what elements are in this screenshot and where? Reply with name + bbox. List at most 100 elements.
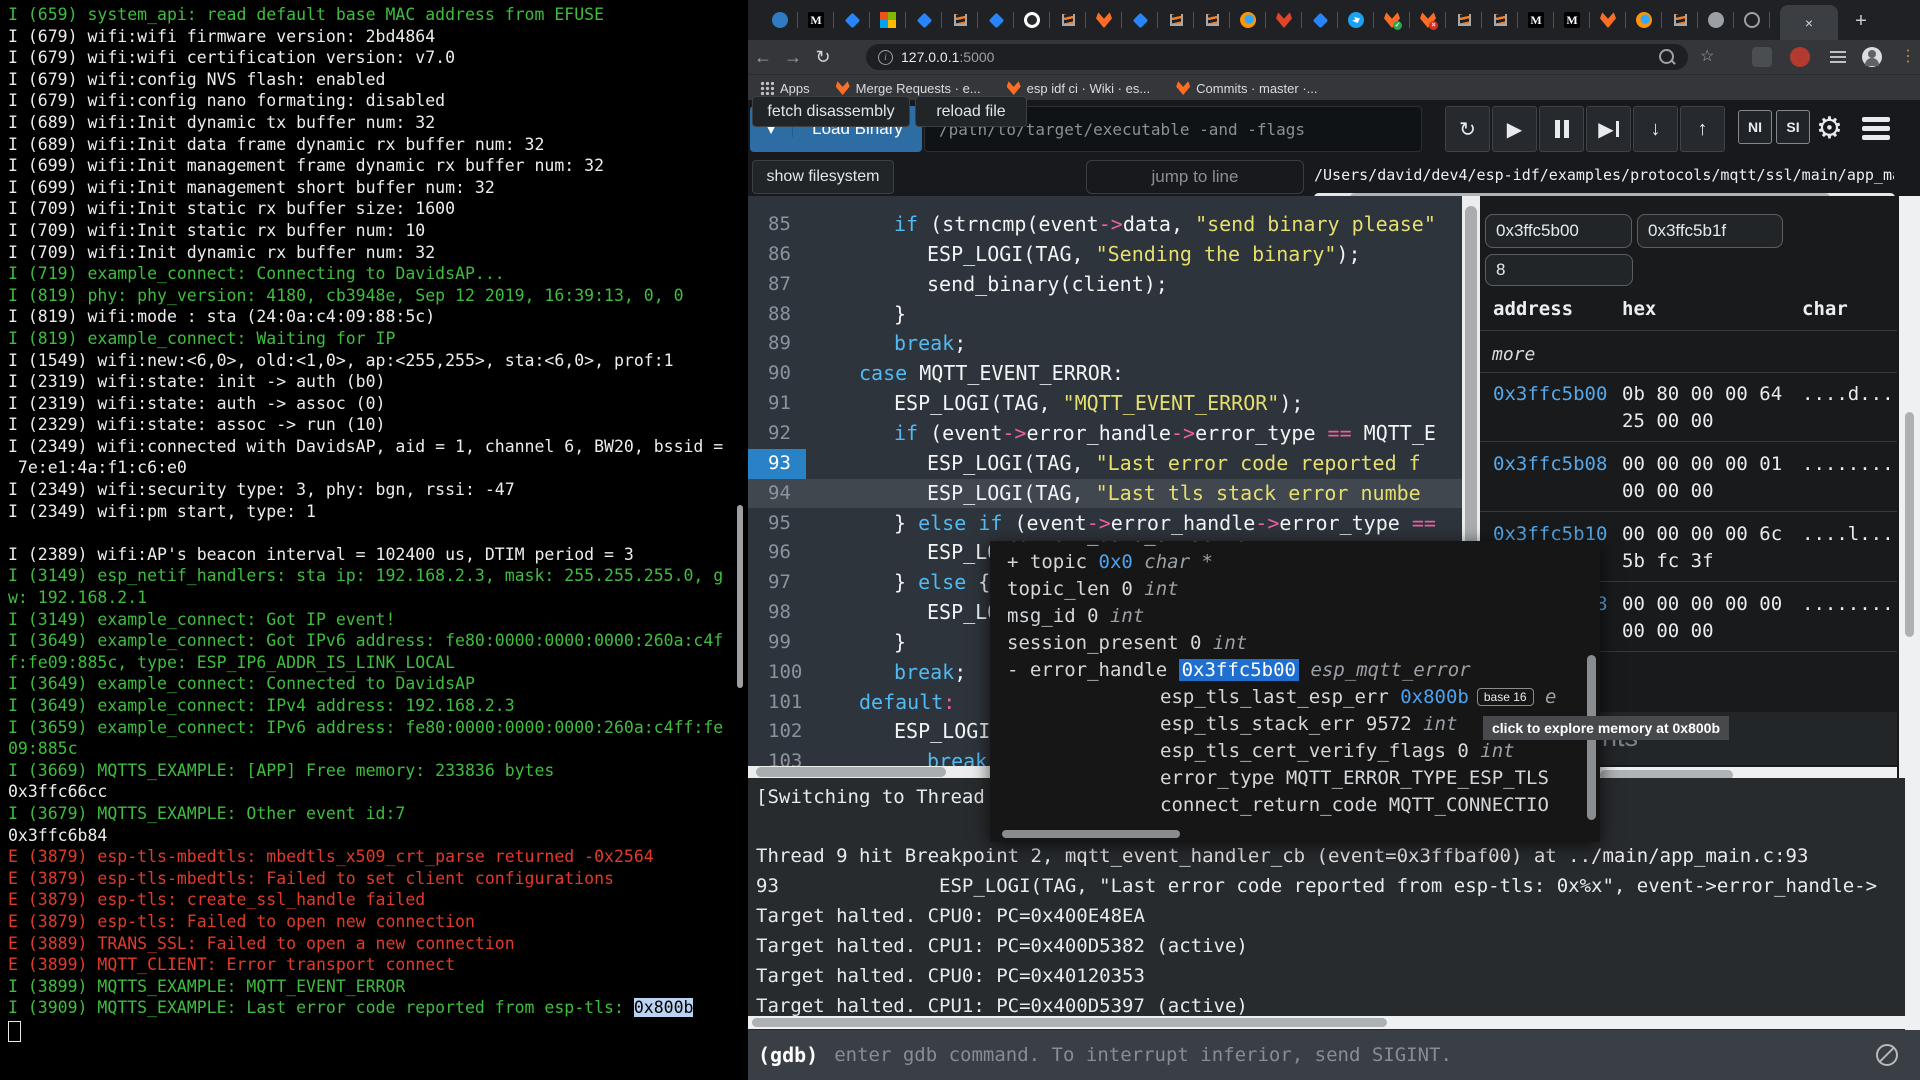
pinned-tab-service-blue[interactable] — [762, 9, 798, 31]
console-vertical-scrollbar[interactable] — [1905, 778, 1920, 1030]
jump-to-line-input[interactable] — [1086, 160, 1304, 194]
console-horizontal-scrollbar[interactable] — [748, 1016, 1905, 1029]
pinned-tab-gitlab-red[interactable] — [1266, 9, 1302, 31]
pinned-tab-twitter[interactable] — [1338, 9, 1374, 31]
code-gutter-89[interactable]: 89 — [748, 329, 806, 359]
pinned-tab-jira-diamond[interactable] — [1302, 9, 1338, 31]
pinned-tab-stackoverflow[interactable] — [1158, 9, 1194, 31]
code-gutter-98[interactable]: 98 — [748, 598, 806, 628]
code-gutter-94[interactable]: 94 — [748, 479, 806, 509]
code-gutter-91[interactable]: 91 — [748, 389, 806, 419]
sidebar-vertical-scrollbar[interactable] — [1899, 196, 1920, 778]
pinned-tab-stackoverflow[interactable] — [1482, 9, 1518, 31]
code-gutter-85[interactable]: 85 — [748, 210, 806, 240]
fetch-disassembly-button[interactable]: fetch disassembly — [752, 96, 910, 127]
memory-address-link[interactable]: 0x3ffc5b00 — [1493, 383, 1607, 405]
forward-icon[interactable]: → — [778, 47, 808, 68]
memory-end-address-input[interactable] — [1637, 214, 1783, 248]
pinned-tab-jira-diamond[interactable] — [834, 9, 870, 31]
pinned-tab-medium-m[interactable] — [1518, 9, 1554, 31]
code-gutter-87[interactable]: 87 — [748, 270, 806, 300]
reading-list-icon[interactable] — [1828, 47, 1848, 67]
next-step-over-icon[interactable]: ▶ — [1586, 106, 1631, 152]
serial-monitor-terminal[interactable]: I (659) system_api: read default base MA… — [0, 0, 748, 1080]
active-tab[interactable]: × — [1780, 5, 1838, 40]
interrupt-disabled-icon[interactable] — [1876, 1044, 1898, 1066]
memory-bytes-per-row-input[interactable] — [1485, 254, 1633, 286]
scroll-thumb[interactable] — [1600, 770, 1733, 778]
pinned-tab-gitlab[interactable] — [1086, 9, 1122, 31]
code-gutter-100[interactable]: 100 — [748, 658, 806, 688]
pinned-tab-stackoverflow[interactable] — [1194, 9, 1230, 31]
base-16-chip[interactable]: base 16 — [1477, 688, 1534, 706]
pinned-tab-stackoverflow[interactable] — [1050, 9, 1086, 31]
new-tab-button[interactable]: + — [1848, 8, 1874, 34]
pinned-tab-stackoverflow[interactable] — [942, 9, 978, 31]
pinned-tab-firefox[interactable] — [1626, 9, 1662, 31]
profile-avatar[interactable] — [1862, 47, 1882, 67]
pause-icon[interactable] — [1539, 106, 1584, 152]
extension-icon[interactable] — [1752, 47, 1772, 67]
bookmark-item[interactable]: Merge Requests · e... — [836, 81, 981, 96]
pinned-tab-globe-gray[interactable] — [1698, 9, 1734, 31]
reload-file-button[interactable]: reload file — [915, 96, 1027, 127]
pinned-tab-jira-diamond[interactable] — [906, 9, 942, 31]
code-gutter-88[interactable]: 88 — [748, 300, 806, 330]
pinned-tab-circle-gray[interactable] — [1734, 9, 1770, 31]
back-icon[interactable]: ← — [748, 47, 778, 68]
bookmark-item[interactable]: esp idf ci · Wiki · es... — [1007, 81, 1151, 96]
memory-value-link[interactable]: 0x0 — [1099, 551, 1133, 573]
code-gutter-96[interactable]: 96 — [748, 538, 806, 568]
pinned-tab-medium-m[interactable] — [798, 9, 834, 31]
memory-start-address-input[interactable] — [1485, 214, 1632, 248]
pinned-tab-jira-diamond[interactable] — [1122, 9, 1158, 31]
code-gutter-90[interactable]: 90 — [748, 359, 806, 389]
browser-menu-icon[interactable]: ⋮ — [1898, 47, 1918, 67]
show-filesystem-button[interactable]: show filesystem — [752, 160, 894, 194]
pinned-tab-stackoverflow[interactable] — [1446, 9, 1482, 31]
code-gutter-95[interactable]: 95 — [748, 509, 806, 539]
settings-gear-icon[interactable]: ⚙ — [1816, 108, 1843, 150]
close-tab-icon[interactable]: × — [1805, 16, 1813, 30]
variable-text[interactable]: + topic — [1007, 551, 1099, 573]
code-gutter-97[interactable]: 97 — [748, 568, 806, 598]
step-out-icon[interactable]: ↑ — [1680, 106, 1725, 152]
zoom-indicator-icon[interactable] — [1659, 49, 1674, 64]
next-instruction-button[interactable]: NI — [1738, 110, 1772, 144]
pinned-tab-firefox[interactable] — [1230, 9, 1266, 31]
extension-red-icon[interactable] — [1790, 47, 1810, 67]
hamburger-menu-icon[interactable] — [1862, 116, 1890, 142]
code-gutter-102[interactable]: 102 — [748, 717, 806, 747]
scroll-thumb[interactable] — [1465, 206, 1477, 556]
step-into-icon[interactable]: ↓ — [1633, 106, 1678, 152]
pinned-tab-github[interactable] — [1014, 9, 1050, 31]
run-restart-icon[interactable]: ↻ — [1445, 106, 1490, 152]
bookmark-item[interactable]: Commits · master ·... — [1176, 81, 1317, 96]
scroll-thumb[interactable] — [752, 1018, 1387, 1027]
site-info-icon[interactable]: i — [878, 50, 893, 65]
url-omnibox[interactable]: i 127.0.0.1 :5000 — [866, 44, 1688, 70]
pinned-tab-microsoft-grid[interactable] — [870, 9, 906, 31]
memory-value-link[interactable]: 0x800b — [1400, 686, 1469, 708]
terminal-scrollbar[interactable] — [737, 505, 743, 688]
pinned-tab-gitlab-x[interactable] — [1410, 9, 1446, 31]
pinned-tab-gitlab-check[interactable] — [1374, 9, 1410, 31]
code-gutter-99[interactable]: 99 — [748, 628, 806, 658]
reload-icon[interactable]: ↻ — [808, 47, 838, 68]
pinned-tab-jira-diamond[interactable] — [978, 9, 1014, 31]
apps-grid-icon[interactable] — [760, 81, 774, 95]
apps-label[interactable]: Apps — [780, 81, 810, 96]
pinned-tab-medium-m[interactable] — [1554, 9, 1590, 31]
popup-horizontal-scrollbar[interactable] — [1002, 830, 1180, 838]
memory-address-link[interactable]: 0x3ffc5b08 — [1493, 453, 1607, 475]
scroll-thumb[interactable] — [1905, 412, 1914, 637]
memory-value-link[interactable]: 0x3ffc5b00 — [1179, 659, 1299, 681]
code-gutter-93[interactable]: 93 — [748, 449, 806, 479]
bookmark-star-icon[interactable]: ☆ — [1700, 48, 1714, 66]
memory-more-link[interactable]: more — [1492, 344, 1535, 365]
scroll-thumb[interactable] — [756, 767, 946, 777]
pinned-tab-stackoverflow[interactable] — [1662, 9, 1698, 31]
pinned-tab-gitlab[interactable] — [1590, 9, 1626, 31]
code-gutter-86[interactable]: 86 — [748, 240, 806, 270]
gdb-command-input[interactable] — [832, 1043, 1876, 1067]
